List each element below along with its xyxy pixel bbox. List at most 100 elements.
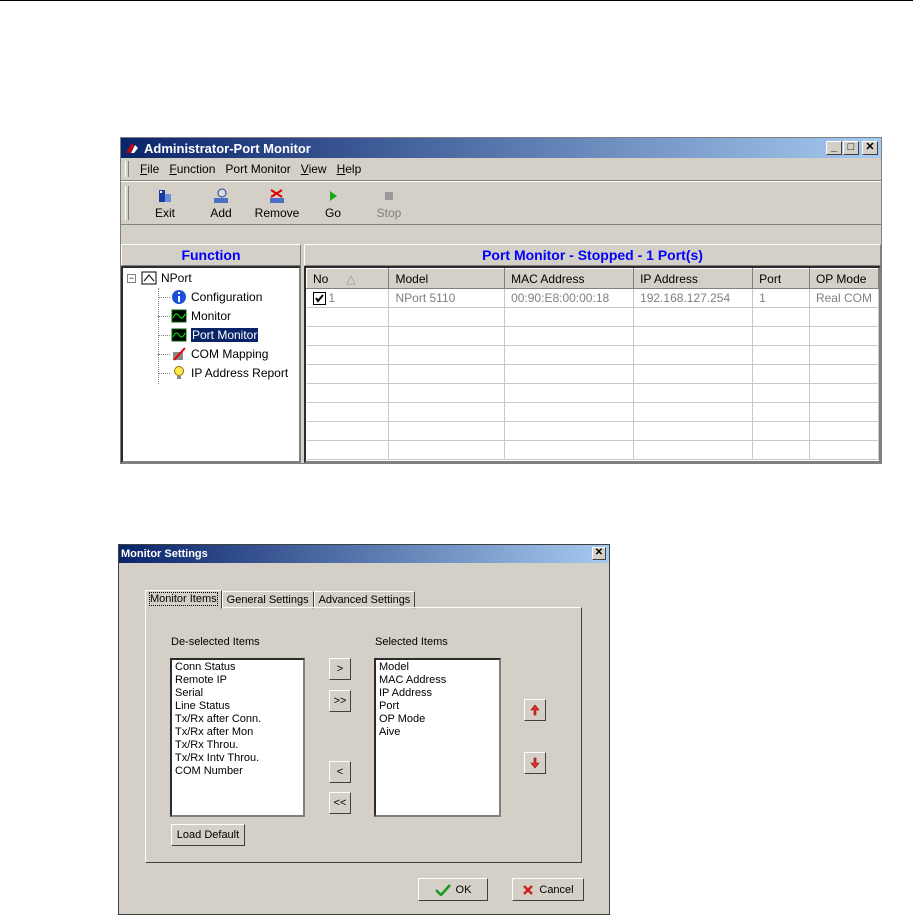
monitor-settings-dialog: Monitor Settings ✕ Monitor Items General…: [118, 544, 610, 915]
add-button[interactable]: Add: [193, 187, 249, 220]
toolbar: Exit Add Remove Go Stop: [121, 181, 881, 225]
add-label: Add: [210, 205, 232, 220]
window-titlebar[interactable]: Administrator-Port Monitor _ □ ✕: [121, 138, 881, 158]
menu-view[interactable]: View: [296, 162, 332, 176]
column-header-port[interactable]: Port: [752, 268, 810, 289]
selected-items-list[interactable]: Model MAC Address IP Address Port OP Mode Aiv…: [374, 658, 501, 817]
main-panes: Function − NPort Configuration Monitor P…: [121, 244, 881, 463]
move-up-button[interactable]: [524, 699, 546, 721]
table-header-row: No △ Model MAC Address IP Address Port OP…: [306, 268, 879, 289]
remove-one-button[interactable]: <: [329, 761, 351, 783]
info-icon: [171, 289, 187, 305]
app-icon: [126, 143, 138, 153]
column-header-mac-address[interactable]: MAC Address: [504, 268, 635, 289]
lightbulb-icon: [171, 365, 187, 381]
add-one-button[interactable]: >: [329, 658, 351, 680]
dialog-titlebar[interactable]: Monitor Settings ✕: [119, 545, 609, 563]
list-item[interactable]: Tx/Rx Intv Throu.: [175, 752, 300, 765]
exit-button[interactable]: Exit: [137, 187, 193, 220]
list-item[interactable]: Model: [379, 661, 496, 674]
tree-item-monitor[interactable]: Monitor: [171, 307, 231, 325]
list-item[interactable]: Tx/Rx Throu.: [175, 739, 300, 752]
cancel-label: Cancel: [539, 883, 574, 896]
cell-model: NPort 5110: [388, 288, 506, 308]
list-item[interactable]: Tx/Rx after Mon: [175, 726, 300, 739]
list-item[interactable]: Conn Status: [175, 661, 300, 674]
column-header-model[interactable]: Model: [388, 268, 506, 289]
tree-label-port-monitor: Port Monitor: [189, 327, 260, 343]
column-header-no[interactable]: No △: [306, 268, 390, 289]
stop-label: Stop: [376, 205, 402, 220]
cancel-button[interactable]: Cancel: [512, 878, 584, 901]
stop-icon: [379, 187, 399, 205]
tree-item-com-mapping[interactable]: COM Mapping: [171, 345, 268, 363]
menubar-grip[interactable]: [125, 161, 129, 177]
load-default-button[interactable]: Load Default: [171, 824, 245, 846]
arrow-down-icon: [530, 757, 540, 769]
stop-button[interactable]: Stop: [361, 187, 417, 220]
remove-icon: [267, 187, 287, 205]
tree-item-nport[interactable]: NPort: [141, 269, 192, 287]
minimize-button[interactable]: _: [826, 141, 842, 155]
column-header-ip-address[interactable]: IP Address: [633, 268, 754, 289]
cell-ip-address: 192.168.127.254: [633, 288, 754, 308]
empty-row: [306, 421, 879, 441]
cell-mac-address: 00:90:E8:00:00:18: [504, 288, 635, 308]
move-down-button[interactable]: [524, 752, 546, 774]
toolbar-grip[interactable]: [125, 186, 129, 220]
menu-port-monitor[interactable]: Port Monitor: [220, 162, 295, 176]
list-item[interactable]: Port: [379, 700, 496, 713]
tree-connector-line: [158, 354, 170, 355]
tree-connector-line: [158, 335, 170, 336]
nport-device-icon: [141, 270, 157, 286]
list-item[interactable]: IP Address: [379, 687, 496, 700]
tree-item-configuration[interactable]: Configuration: [171, 288, 262, 306]
deselected-items-list[interactable]: Conn Status Remote IP Serial Line Status Tx/…: [170, 658, 305, 817]
list-item[interactable]: MAC Address: [379, 674, 496, 687]
tree-item-ip-address-report[interactable]: IP Address Report: [171, 364, 288, 382]
dialog-close-button[interactable]: ✕: [592, 547, 606, 560]
empty-row: [306, 383, 879, 403]
cell-port: 1: [752, 288, 810, 308]
list-item[interactable]: Serial: [175, 687, 300, 700]
remove-button[interactable]: Remove: [249, 187, 305, 220]
ok-button[interactable]: OK: [418, 878, 488, 901]
list-item[interactable]: Aive: [379, 726, 496, 739]
list-item[interactable]: Tx/Rx after Conn.: [175, 713, 300, 726]
deselected-items-label: De-selected Items: [171, 636, 260, 648]
menu-help[interactable]: Help: [332, 162, 367, 176]
list-item[interactable]: COM Number: [175, 765, 300, 778]
close-button[interactable]: ✕: [862, 141, 878, 155]
column-header-op-mode[interactable]: OP Mode: [808, 268, 879, 289]
menu-file[interactable]: File: [135, 162, 164, 176]
add-all-button[interactable]: >>: [329, 690, 351, 712]
tree-label-nport: NPort: [161, 271, 192, 285]
com-mapping-icon: [171, 346, 187, 362]
tree-item-port-monitor[interactable]: Port Monitor: [171, 326, 260, 344]
tab-monitor-items[interactable]: Monitor Items: [145, 590, 222, 609]
selected-items-label: Selected Items: [375, 636, 448, 648]
row-checkbox[interactable]: [312, 292, 326, 306]
cell-op-mode: Real COM: [809, 288, 879, 308]
empty-row: [306, 364, 879, 384]
add-icon: [211, 187, 231, 205]
window-title: Administrator-Port Monitor: [144, 140, 311, 156]
checkmark-icon: [434, 883, 451, 896]
empty-row: [306, 307, 879, 327]
list-item[interactable]: OP Mode: [379, 713, 496, 726]
tree-connector-line: [158, 373, 170, 374]
tree-label-monitor: Monitor: [191, 309, 232, 323]
monitor-graph-icon: [171, 308, 187, 324]
go-button[interactable]: Go: [305, 187, 361, 220]
maximize-button[interactable]: □: [843, 141, 859, 155]
table-row[interactable]: 1 NPort 5110 00:90:E8:00:00:18 192.168.1…: [306, 288, 879, 308]
remove-label: Remove: [254, 205, 300, 220]
remove-all-button[interactable]: <<: [329, 792, 351, 814]
list-item[interactable]: Remote IP: [175, 674, 300, 687]
tree-collapse-toggle[interactable]: −: [127, 274, 136, 283]
list-item[interactable]: Line Status: [175, 700, 300, 713]
menu-function[interactable]: Function: [164, 162, 220, 176]
tree-label-ip-address-report: IP Address Report: [191, 366, 289, 380]
cell-no: 1: [306, 288, 390, 308]
function-tree: − NPort Configuration Monitor Port Monit…: [121, 266, 301, 463]
